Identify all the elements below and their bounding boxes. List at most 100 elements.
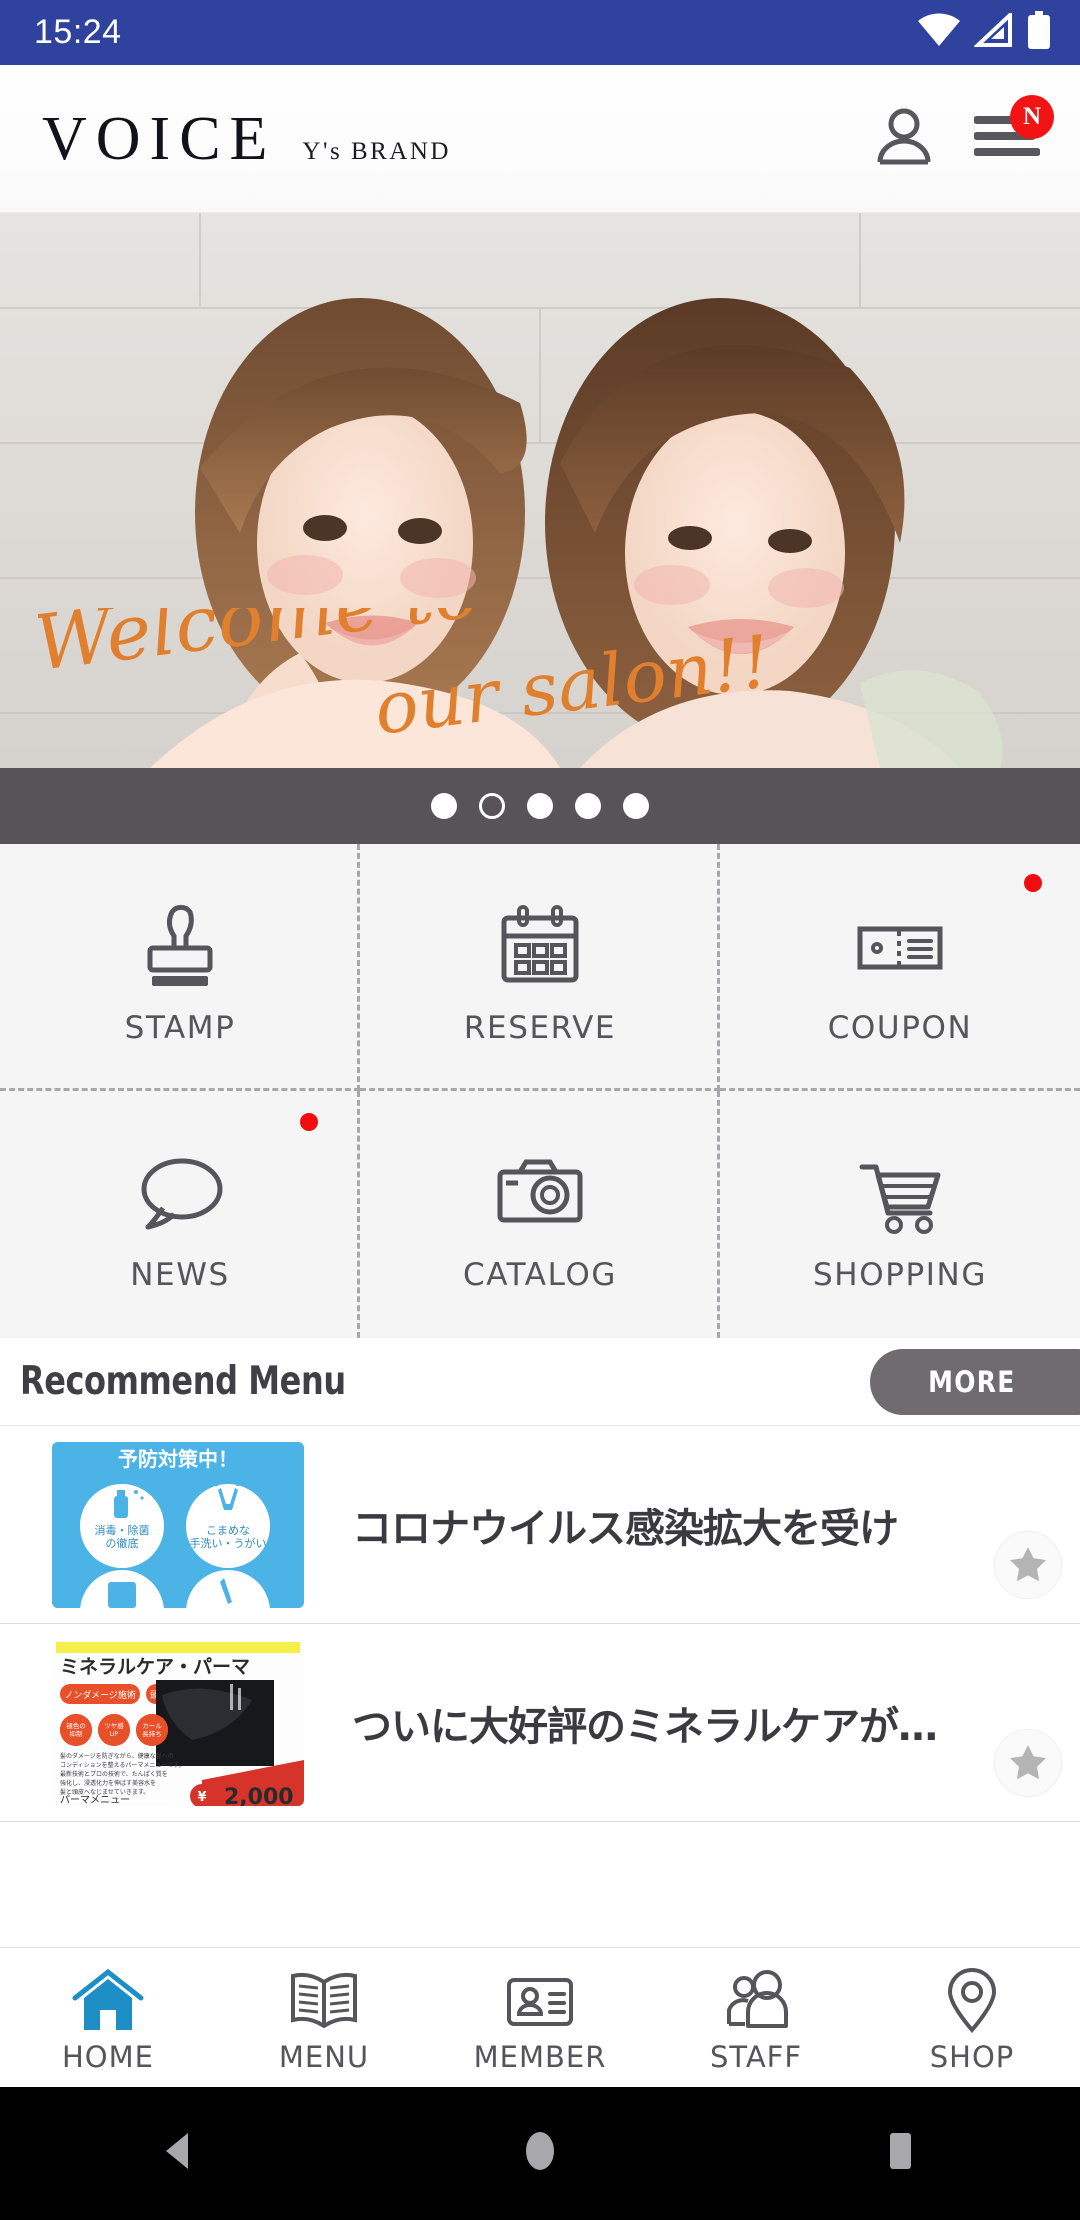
favorite-button[interactable] (994, 1531, 1062, 1599)
thumb-caption-tag1: ノンダメージ施術 (64, 1689, 136, 1701)
news-notification-dot (300, 1113, 318, 1131)
svg-text:カール: カール (142, 1722, 162, 1730)
status-bar: 15:24 (0, 0, 1080, 65)
back-icon[interactable] (154, 2125, 206, 2182)
svg-text:消毒・除菌: 消毒・除菌 (95, 1523, 150, 1537)
svg-text:褪色の: 褪色の (66, 1721, 86, 1730)
speech-bubble-icon (132, 1137, 228, 1249)
svg-text:髪のダメージを防ぎながら、健康な髪への: 髪のダメージを防ぎながら、健康な髪への (60, 1752, 174, 1760)
home-icon (71, 1962, 145, 2034)
account-button[interactable] (872, 104, 936, 173)
grid-item-stamp[interactable]: STAMP (0, 844, 360, 1091)
stamp-icon (132, 890, 228, 1002)
grid-label: RESERVE (463, 1009, 617, 1046)
carousel-dot-5[interactable] (623, 793, 649, 819)
tab-shop[interactable]: SHOP (864, 1948, 1080, 2087)
grid-label: COUPON (827, 1009, 973, 1046)
id-card-icon (503, 1962, 577, 2034)
grid-item-coupon[interactable]: COUPON (720, 844, 1080, 1091)
star-icon (1008, 1543, 1048, 1588)
header-actions: N (872, 95, 1054, 173)
grid-item-news[interactable]: NEWS (0, 1091, 360, 1338)
shopping-cart-icon (852, 1137, 948, 1249)
grid-item-reserve[interactable]: RESERVE (360, 844, 720, 1091)
people-group-icon (719, 1962, 793, 2034)
svg-text:抑制: 抑制 (70, 1729, 84, 1738)
home-icon[interactable] (514, 2125, 566, 2182)
camera-icon (492, 1137, 588, 1249)
recents-icon[interactable] (874, 2125, 926, 2182)
tab-label: MENU (278, 2039, 370, 2074)
person-icon (872, 104, 936, 173)
list-item-title: コロナウイルス感染拡大を受け (352, 1505, 899, 1552)
carousel-dot-1[interactable] (431, 793, 457, 819)
app-header: VOICE Y's BRAND N (0, 65, 1080, 213)
cellular-signal-icon (972, 10, 1012, 52)
svg-text:¥: ¥ (197, 1790, 206, 1805)
tab-label: SHOP (929, 2039, 1015, 2074)
grid-item-shopping[interactable]: SHOPPING (720, 1091, 1080, 1338)
grid-label: NEWS (130, 1256, 230, 1293)
tab-staff[interactable]: STAFF (648, 1948, 864, 2087)
grid-label: SHOPPING (813, 1256, 987, 1293)
tab-label: MEMBER (473, 2039, 607, 2074)
logo-primary-text: VOICE (42, 104, 277, 173)
svg-text:強化し、浸透化力を伸ばす美容水を: 強化し、浸透化力を伸ばす美容水を (60, 1779, 156, 1787)
calendar-icon (492, 890, 588, 1002)
status-clock: 15:24 (34, 13, 122, 51)
svg-text:ツヤ感: ツヤ感 (104, 1721, 124, 1730)
thumb-caption-title: ミネラルケア・パーマ (60, 1656, 250, 1678)
menu-notification-badge: N (1010, 95, 1054, 139)
recommend-section-header: Recommend Menu MORE (0, 1338, 1080, 1426)
svg-text:長持ち: 長持ち (142, 1729, 162, 1738)
menu-button[interactable]: N (973, 95, 1054, 166)
grid-item-catalog[interactable]: CATALOG (360, 1091, 720, 1338)
tab-menu[interactable]: MENU (216, 1948, 432, 2087)
wifi-icon (918, 13, 960, 52)
logo-secondary-text: Y's BRAND (302, 137, 451, 165)
bottom-navigation: HOME MENU MEMBER STAFF SHOP (0, 1947, 1080, 2087)
battery-icon (1026, 11, 1052, 54)
map-pin-icon (935, 1962, 1009, 2034)
mineral-care-perm-poster: ミネラルケア・パーマ ノンダメージ施術 頭皮トラブル対策 褪色の (52, 1639, 304, 1806)
tab-member[interactable]: MEMBER (432, 1948, 648, 2087)
svg-text:最新技術とプロの技術で、たんぱく質を: 最新技術とプロの技術で、たんぱく質を (60, 1770, 168, 1778)
svg-text:こまめな: こまめな (206, 1524, 250, 1537)
hero-image (0, 213, 1080, 768)
more-button-label: MORE (928, 1365, 1016, 1399)
more-button[interactable]: MORE (870, 1349, 1080, 1415)
covid-prevention-poster: 予防対策中！ 消毒・除菌 の徹底 こまめな 手洗い・うがい (52, 1441, 304, 1608)
quick-action-grid: STAMP RESERVE COUPON NEWS CATALOG SHOPPI… (0, 844, 1080, 1338)
android-system-nav (0, 2087, 1080, 2220)
carousel-indicator[interactable] (0, 768, 1080, 844)
thumb-price: 2,000 (224, 1785, 294, 1806)
coupon-notification-dot (1024, 874, 1042, 892)
carousel-dot-4[interactable] (575, 793, 601, 819)
carousel-dot-2[interactable] (479, 793, 505, 819)
list-item-title: ついに大好評のミネラルケアが… (352, 1703, 938, 1750)
section-title: Recommend Menu (20, 1359, 346, 1404)
svg-text:の徹底: の徹底 (106, 1536, 139, 1550)
star-icon (1008, 1741, 1048, 1786)
open-book-icon (287, 1962, 361, 2034)
status-icon-group (918, 10, 1052, 54)
grid-label: STAMP (124, 1009, 236, 1046)
list-item[interactable]: ミネラルケア・パーマ ノンダメージ施術 頭皮トラブル対策 褪色の (0, 1624, 1080, 1822)
list-item[interactable]: 予防対策中！ 消毒・除菌 の徹底 こまめな 手洗い・うがい コロナウイルス感染拡… (0, 1426, 1080, 1624)
brand-logo[interactable]: VOICE Y's BRAND (42, 108, 451, 170)
phone-screen: 15:24 VOICE Y's BRAND N Welcome to our s… (0, 0, 1080, 2220)
hero-banner[interactable]: Welcome to our salon!! (0, 213, 1080, 768)
svg-text:パーマメニュー: パーマメニュー (60, 1794, 130, 1806)
tab-label: HOME (62, 2039, 154, 2074)
thumb-caption-top: 予防対策中！ (118, 1447, 238, 1471)
tab-label: STAFF (709, 2039, 803, 2074)
svg-text:コンディションを整えるパーマメニューです。: コンディションを整えるパーマメニューです。 (60, 1761, 184, 1769)
recommend-list: 予防対策中！ 消毒・除菌 の徹底 こまめな 手洗い・うがい コロナウイルス感染拡… (0, 1426, 1080, 1947)
svg-text:手洗い・うがい: 手洗い・うがい (190, 1536, 267, 1550)
favorite-button[interactable] (994, 1729, 1062, 1797)
grid-label: CATALOG (463, 1256, 617, 1293)
svg-text:UP: UP (110, 1730, 119, 1738)
tab-home[interactable]: HOME (0, 1948, 216, 2087)
carousel-dot-3[interactable] (527, 793, 553, 819)
coupon-ticket-icon (852, 890, 948, 1002)
